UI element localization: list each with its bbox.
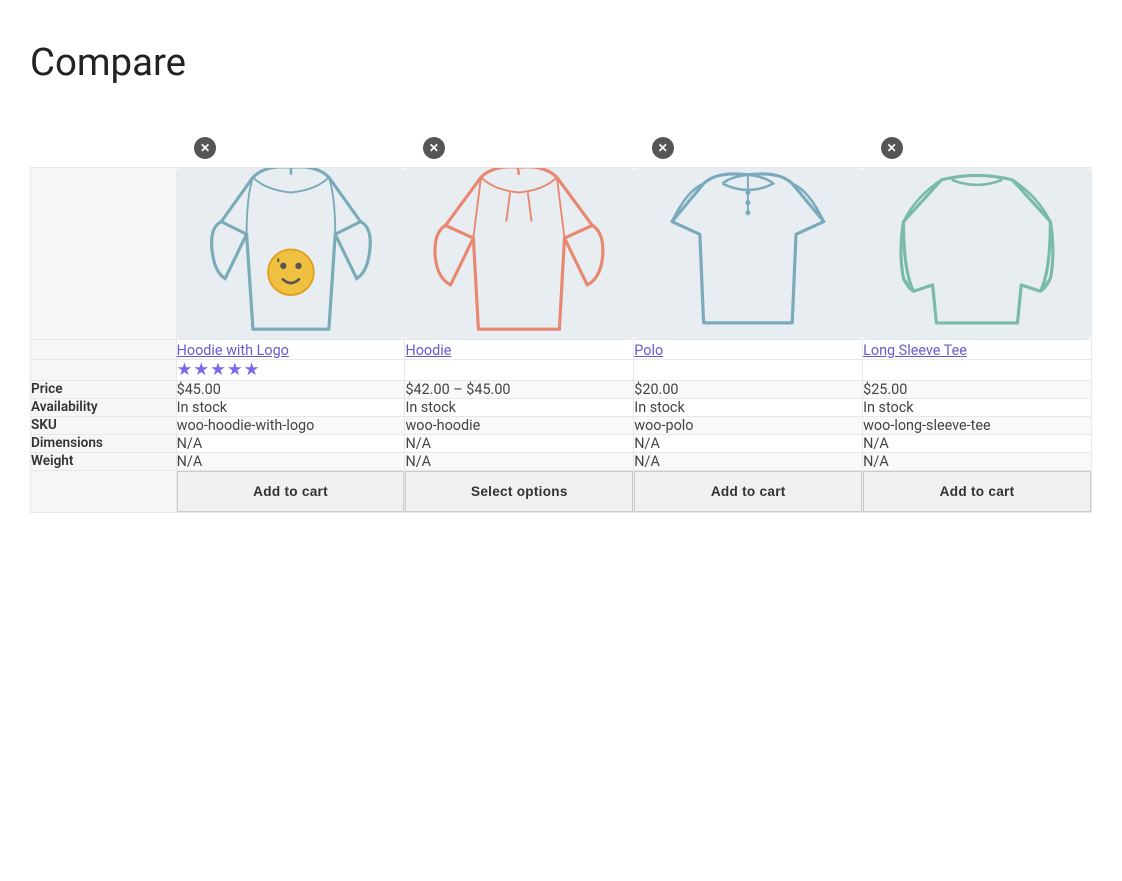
remove-icon-3: ✕ (881, 137, 903, 159)
label-empty-remove (31, 125, 177, 168)
action-row: Add to cart Select options Add to cart A… (31, 470, 1092, 512)
sku-row: SKU woo-hoodie-with-logo woo-hoodie woo-… (31, 416, 1092, 434)
label-empty-name (31, 339, 177, 359)
action-cell-3: Add to cart (863, 470, 1092, 512)
product-image-longsleeve (863, 168, 1091, 339)
remove-button-0[interactable]: ✕ (192, 135, 218, 161)
availability-cell-2: In stock (634, 398, 863, 416)
rating-row: ★★★★★ (31, 359, 1092, 380)
availability-cell-3: In stock (863, 398, 1092, 416)
price-cell-0: $45.00 (176, 380, 405, 398)
image-wrapper-1 (405, 168, 633, 339)
sku-cell-2: woo-polo (634, 416, 863, 434)
availability-row: Availability In stock In stock In stock … (31, 398, 1092, 416)
names-row: Hoodie with Logo Hoodie Polo Long Sleeve… (31, 339, 1092, 359)
price-cell-3: $25.00 (863, 380, 1092, 398)
remove-row: ✕ ✕ ✕ ✕ (31, 125, 1092, 168)
availability-cell-0: In stock (176, 398, 405, 416)
image-cell-3 (863, 168, 1092, 340)
remove-button-1[interactable]: ✕ (421, 135, 447, 161)
image-wrapper-0 (177, 168, 405, 339)
remove-button-2[interactable]: ✕ (650, 135, 676, 161)
compare-table: ✕ ✕ ✕ ✕ (30, 125, 1092, 513)
product-name-link-0[interactable]: Hoodie with Logo (177, 342, 289, 359)
rating-cell-0: ★★★★★ (176, 359, 405, 380)
action-cell-1: Select options (405, 470, 634, 512)
price-cell-2: $20.00 (634, 380, 863, 398)
remove-cell-1: ✕ (405, 125, 634, 168)
name-cell-3: Long Sleeve Tee (863, 339, 1092, 359)
rating-cell-3 (863, 359, 1092, 380)
sku-cell-0: woo-hoodie-with-logo (176, 416, 405, 434)
image-cell-1 (405, 168, 634, 340)
action-cell-0: Add to cart (176, 470, 405, 512)
dimensions-cell-1: N/A (405, 434, 634, 452)
price-cell-1: $42.00 – $45.00 (405, 380, 634, 398)
rating-cell-2 (634, 359, 863, 380)
remove-icon-1: ✕ (423, 137, 445, 159)
select-options-button-1[interactable]: Select options (405, 471, 633, 512)
label-empty-action (31, 470, 177, 512)
label-price: Price (31, 380, 177, 398)
dimensions-cell-0: N/A (176, 434, 405, 452)
price-row: Price $45.00 $42.00 – $45.00 $20.00 $25.… (31, 380, 1092, 398)
add-to-cart-button-2[interactable]: Add to cart (634, 471, 862, 512)
remove-icon-0: ✕ (194, 137, 216, 159)
action-cell-2: Add to cart (634, 470, 863, 512)
image-inner-0 (177, 168, 405, 339)
product-image-hoodie (405, 168, 633, 339)
page-title: Compare (30, 40, 1092, 85)
label-empty-image (31, 168, 177, 340)
weight-row: Weight N/A N/A N/A N/A (31, 452, 1092, 470)
dimensions-cell-3: N/A (863, 434, 1092, 452)
remove-cell-2: ✕ (634, 125, 863, 168)
stars-0: ★★★★★ (177, 360, 261, 380)
name-cell-1: Hoodie (405, 339, 634, 359)
image-inner-1 (405, 168, 633, 339)
remove-cell-0: ✕ (176, 125, 405, 168)
sku-cell-3: woo-long-sleeve-tee (863, 416, 1092, 434)
label-dimensions: Dimensions (31, 434, 177, 452)
label-weight: Weight (31, 452, 177, 470)
images-row (31, 168, 1092, 340)
product-name-link-2[interactable]: Polo (634, 342, 663, 359)
product-image-hoodie-logo (177, 168, 405, 339)
image-cell-2 (634, 168, 863, 340)
image-inner-2 (634, 168, 862, 339)
label-empty-rating (31, 359, 177, 380)
dimensions-row: Dimensions N/A N/A N/A N/A (31, 434, 1092, 452)
add-to-cart-button-0[interactable]: Add to cart (177, 471, 405, 512)
image-inner-3 (863, 168, 1091, 339)
weight-cell-0: N/A (176, 452, 405, 470)
remove-cell-3: ✕ (863, 125, 1092, 168)
weight-cell-3: N/A (863, 452, 1092, 470)
availability-cell-1: In stock (405, 398, 634, 416)
remove-button-3[interactable]: ✕ (879, 135, 905, 161)
product-image-polo (634, 168, 862, 339)
product-name-link-3[interactable]: Long Sleeve Tee (863, 342, 967, 359)
rating-cell-1 (405, 359, 634, 380)
dimensions-cell-2: N/A (634, 434, 863, 452)
label-sku: SKU (31, 416, 177, 434)
name-cell-0: Hoodie with Logo (176, 339, 405, 359)
weight-cell-2: N/A (634, 452, 863, 470)
sku-cell-1: woo-hoodie (405, 416, 634, 434)
product-name-link-1[interactable]: Hoodie (405, 342, 451, 359)
add-to-cart-button-3[interactable]: Add to cart (863, 471, 1091, 512)
name-cell-2: Polo (634, 339, 863, 359)
image-wrapper-2 (634, 168, 862, 339)
remove-icon-2: ✕ (652, 137, 674, 159)
label-availability: Availability (31, 398, 177, 416)
image-cell-0 (176, 168, 405, 340)
weight-cell-1: N/A (405, 452, 634, 470)
image-wrapper-3 (863, 168, 1091, 339)
